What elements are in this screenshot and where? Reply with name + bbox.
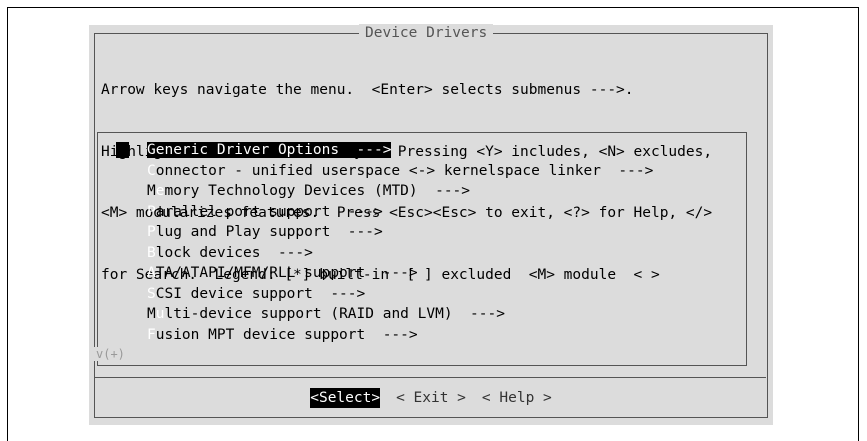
menu-item[interactable]: Plug and Play support ---> [122, 222, 653, 243]
menu-item-label: Block devices ---> [147, 245, 313, 261]
menu-item[interactable]: Memory Technology Devices (MTD) ---> [122, 181, 653, 202]
select-button[interactable]: <Select> [310, 388, 381, 408]
menu-item-text: mory Technology Devices (MTD) ---> [164, 183, 471, 199]
menu-item-hotkey: A [147, 265, 156, 281]
button-bar: <Select> < Exit > < Help > [89, 388, 773, 408]
menu-item-text: TA/ATAPI/MFM/RLL support ---> [155, 265, 418, 281]
exit-button[interactable]: < Exit > [396, 388, 466, 408]
menu-item[interactable]: Generic Driver Options ---> [116, 140, 653, 161]
menu-item-label: Multi-device support (RAID and LVM) ---> [147, 306, 505, 322]
button-separator [94, 377, 766, 378]
menu-item-label: Memory Technology Devices (MTD) ---> [147, 183, 470, 199]
menu-item-hotkey: C [147, 162, 156, 179]
menu-item-hotkey: P [147, 224, 156, 240]
menu-item-text: onnector - unified userspace <-> kernels… [155, 162, 654, 179]
menu-item[interactable]: Connector - unified userspace <-> kernel… [122, 161, 653, 182]
menu-item-label: Fusion MPT device support ---> [147, 327, 418, 343]
device-drivers-dialog: Device Drivers Arrow keys navigate the m… [89, 24, 773, 425]
menu-item-hotkey: B [147, 244, 156, 261]
menu-item[interactable]: Fusion MPT device support ---> [122, 325, 653, 346]
menu-item-text: lug and Play support ---> [155, 224, 383, 240]
menu-item[interactable]: SCSI device support ---> [122, 284, 653, 305]
help-line: Arrow keys navigate the menu. <Enter> se… [101, 82, 634, 98]
menu-item-text: lti-device support (RAID and LVM) ---> [164, 306, 505, 322]
menu-item-hotkey: S [147, 285, 156, 302]
menu-item-label: Connector - unified userspace <-> kernel… [147, 163, 653, 179]
menu-item-prefix: M [147, 183, 156, 199]
menu-list: Generic Driver Options ---> Connector - u… [116, 140, 653, 346]
scroll-indicator: v(+) [94, 347, 127, 361]
menu-item-label: ATA/ATAPI/MFM/RLL support ---> [147, 265, 418, 281]
menu-item-text: eneric Driver Options ---> [155, 142, 392, 158]
menu-item-text: CSI device support ---> [155, 285, 366, 302]
menu-item[interactable]: Parallel port support ---> [122, 202, 653, 223]
menu-item-hotkey: G [147, 142, 156, 158]
menu-item-text: lock devices ---> [155, 244, 313, 261]
menu-item-label: Parallel port support ---> [147, 204, 383, 220]
menu-item[interactable]: Block devices ---> [122, 243, 653, 264]
help-button[interactable]: < Help > [482, 388, 552, 408]
menu-item[interactable]: Multi-device support (RAID and LVM) ---> [122, 304, 653, 325]
menu-item-hotkey: P [147, 203, 156, 220]
menu-item-label: SCSI device support ---> [147, 286, 365, 302]
menu-item-text: arallel port support ---> [155, 203, 383, 220]
menu-item-text: usion MPT device support ---> [155, 326, 418, 343]
selection-cursor [116, 142, 129, 158]
menu-item-label: Plug and Play support ---> [147, 224, 383, 240]
menu-item-hotkey: F [147, 326, 156, 343]
menu-item[interactable]: ATA/ATAPI/MFM/RLL support ---> [122, 263, 653, 284]
menu-item-label: Generic Driver Options ---> [147, 142, 392, 158]
menu-item-prefix: M [147, 306, 156, 322]
